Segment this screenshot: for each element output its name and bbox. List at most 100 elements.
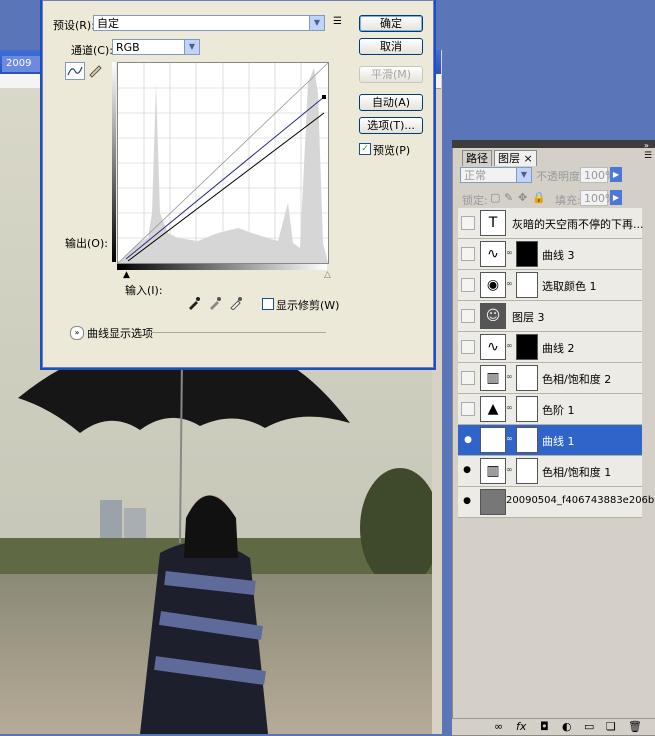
visibility-toggle[interactable]: [461, 371, 475, 385]
eye-icon[interactable]: ●: [461, 433, 475, 447]
curves-adjustment-icon: ∿: [480, 241, 506, 267]
layer-name: 曲线 3: [542, 249, 575, 262]
layer-row[interactable]: ▥ ∞ 色相/饱和度 2: [458, 363, 642, 394]
layer-row[interactable]: ▲ ∞ 色阶 1: [458, 394, 642, 425]
layer-mask-thumb[interactable]: [516, 365, 538, 391]
layer-mask-thumb[interactable]: [516, 241, 538, 267]
eye-icon[interactable]: ●: [461, 495, 473, 507]
layer-row[interactable]: ☺ 图层 3: [458, 301, 642, 332]
lock-label: 锁定:: [462, 194, 488, 207]
layer-name: 色阶 1: [542, 404, 575, 417]
add-mask-icon[interactable]: ◘: [540, 720, 549, 733]
trash-icon[interactable]: 🗑: [628, 720, 642, 733]
layer-row[interactable]: ∿ ∞ 曲线 2: [458, 332, 642, 363]
lock-all-icon[interactable]: 🔒: [532, 191, 546, 204]
layer-row[interactable]: ● ▥ ∞ 色相/饱和度 1: [458, 456, 642, 487]
ok-button[interactable]: 确定: [359, 15, 423, 32]
levels-adjustment-icon: ▲: [480, 396, 506, 422]
curves-graph[interactable]: [117, 62, 329, 264]
visibility-toggle[interactable]: [461, 278, 475, 292]
curve-display-options-label[interactable]: 曲线显示选项: [87, 325, 153, 341]
smooth-button[interactable]: 平滑(M): [359, 66, 423, 83]
layer-row[interactable]: T 灰暗的天空雨不停的下再...: [458, 208, 644, 239]
eye-icon[interactable]: ●: [461, 464, 473, 476]
layer-row[interactable]: ◉ ∞ 选取颜色 1: [458, 270, 642, 301]
panel-header-strip[interactable]: [452, 140, 655, 148]
close-icon[interactable]: ×: [524, 152, 533, 165]
link-icon: ∞: [506, 465, 513, 474]
fx-icon[interactable]: fx: [516, 720, 526, 733]
layer-name: 色相/饱和度 2: [542, 373, 612, 386]
preview-checkbox[interactable]: ✓: [359, 143, 371, 155]
link-icon: ∞: [506, 372, 513, 381]
output-label: 输出(O):: [65, 237, 108, 250]
layer-name: 选取颜色 1: [542, 280, 597, 293]
curves-graph-svg: [117, 62, 329, 264]
layer-mask-thumb[interactable]: [516, 427, 538, 453]
options-button[interactable]: 选项(T)...: [359, 117, 423, 134]
chevron-down-icon[interactable]: ▼: [516, 168, 531, 182]
collapse-panel-icon[interactable]: »: [644, 141, 649, 150]
hue-saturation-icon: ▥: [480, 458, 506, 484]
layer-name: 曲线 2: [542, 342, 575, 355]
preset-options-icon[interactable]: ☰: [333, 16, 342, 27]
black-eyedropper-icon[interactable]: [187, 296, 201, 310]
layer-row[interactable]: ● 20090504_f406743883e206b6...: [458, 487, 655, 518]
show-clipping-checkbox[interactable]: [262, 298, 274, 310]
output-gradient-bar: [112, 62, 116, 262]
curves-adjustment-icon: ∿: [480, 427, 506, 453]
panel-menu-icon[interactable]: ☰: [644, 151, 652, 161]
adjustment-layer-icon[interactable]: ◐: [562, 720, 572, 733]
lock-move-icon[interactable]: ✥: [518, 191, 527, 204]
opacity-arrow-icon[interactable]: ▶: [610, 167, 622, 182]
layer-name: 灰暗的天空雨不停的下再...: [512, 218, 644, 231]
layer-row[interactable]: ∿ ∞ 曲线 3: [458, 239, 642, 270]
input-gradient-bar: [117, 264, 327, 270]
visibility-toggle[interactable]: [461, 402, 475, 416]
pencil-tool-icon[interactable]: [87, 62, 103, 78]
preset-value: 自定: [97, 17, 119, 30]
show-clipping-label: 显示修剪(W): [276, 299, 340, 312]
visibility-toggle[interactable]: [461, 216, 475, 230]
layer-row-selected[interactable]: ● ∿ ∞ 曲线 1: [458, 425, 642, 456]
new-group-icon[interactable]: ▭: [584, 720, 594, 733]
tab-paths[interactable]: 路径: [462, 150, 492, 166]
channel-select[interactable]: RGB ▼: [112, 39, 200, 55]
blend-mode-value: 正常: [464, 169, 486, 182]
tab-layers[interactable]: 图层 ×: [494, 150, 537, 166]
fill-field[interactable]: 100%: [580, 190, 615, 206]
text-layer-icon: T: [480, 210, 506, 236]
layer-mask-thumb[interactable]: [516, 334, 538, 360]
layer-mask-thumb[interactable]: [516, 396, 538, 422]
auto-button[interactable]: 自动(A): [359, 94, 423, 111]
white-eyedropper-icon[interactable]: [229, 296, 243, 311]
new-layer-icon[interactable]: ❏: [606, 720, 616, 733]
link-icon: ∞: [506, 248, 513, 257]
layer-mask-thumb[interactable]: [516, 272, 538, 298]
chevron-down-icon[interactable]: ▼: [309, 16, 324, 30]
input-label: 输入(I):: [125, 284, 163, 297]
fill-label: 填充:: [555, 194, 581, 207]
fill-arrow-icon[interactable]: ▶: [610, 190, 622, 205]
expand-chevron-icon[interactable]: »: [70, 326, 84, 340]
curve-point-tool-icon[interactable]: [65, 62, 85, 80]
link-layers-icon[interactable]: ∞: [494, 720, 503, 733]
lock-brush-icon[interactable]: ✎: [504, 191, 513, 204]
layer-mask-thumb[interactable]: [516, 458, 538, 484]
black-point-slider[interactable]: ▲: [123, 270, 130, 280]
pixel-layer-thumb: ☺: [480, 303, 506, 329]
visibility-toggle[interactable]: [461, 309, 475, 323]
visibility-toggle[interactable]: [461, 247, 475, 261]
lock-transparent-icon[interactable]: ▢: [490, 191, 500, 204]
layers-toolbar: ∞ fx ◘ ◐ ▭ ❏ 🗑: [452, 718, 655, 735]
chevron-down-icon[interactable]: ▼: [184, 40, 199, 54]
cancel-button[interactable]: 取消: [359, 38, 423, 55]
blend-mode-select[interactable]: 正常 ▼: [460, 167, 532, 183]
preset-select[interactable]: 自定 ▼: [93, 15, 325, 31]
opacity-field[interactable]: 100%: [580, 167, 615, 183]
background-layer-thumb: [480, 489, 506, 515]
visibility-toggle[interactable]: [461, 340, 475, 354]
channel-value: RGB: [116, 41, 140, 54]
white-point-slider[interactable]: △: [324, 270, 331, 280]
gray-eyedropper-icon[interactable]: [208, 296, 222, 310]
